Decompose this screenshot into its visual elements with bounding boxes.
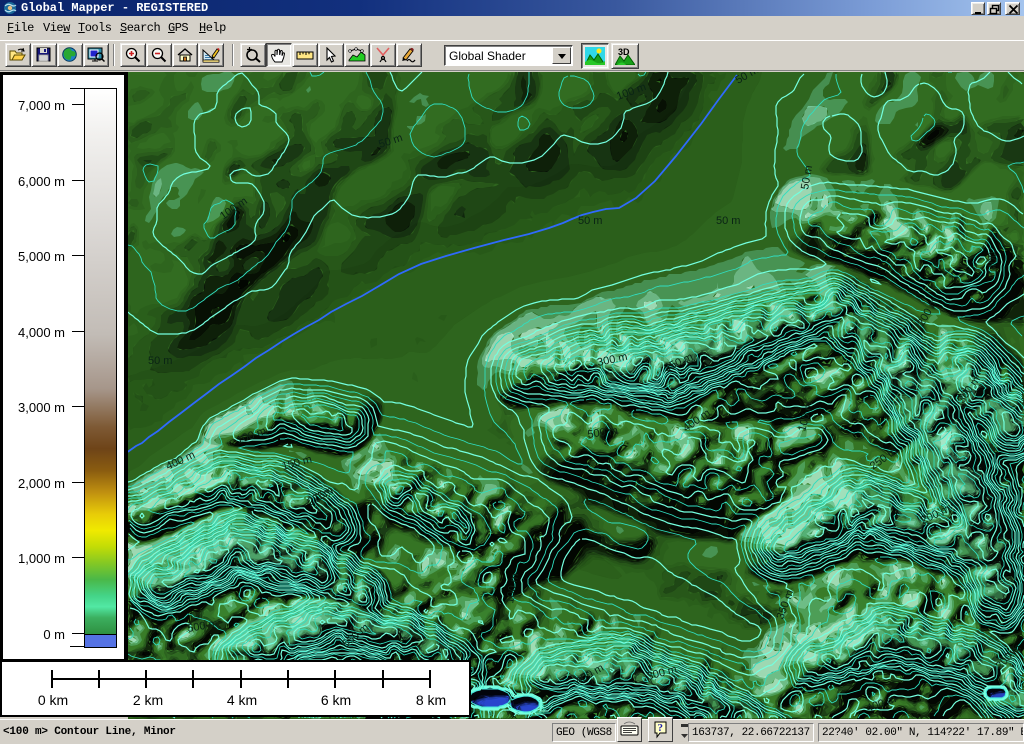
svg-text:400: 400 — [987, 252, 999, 270]
svg-text:50 m: 50 m — [148, 355, 172, 367]
svg-text:50 m: 50 m — [716, 215, 740, 227]
svg-text:?: ? — [658, 722, 664, 734]
svg-text:50 m: 50 m — [578, 215, 602, 227]
